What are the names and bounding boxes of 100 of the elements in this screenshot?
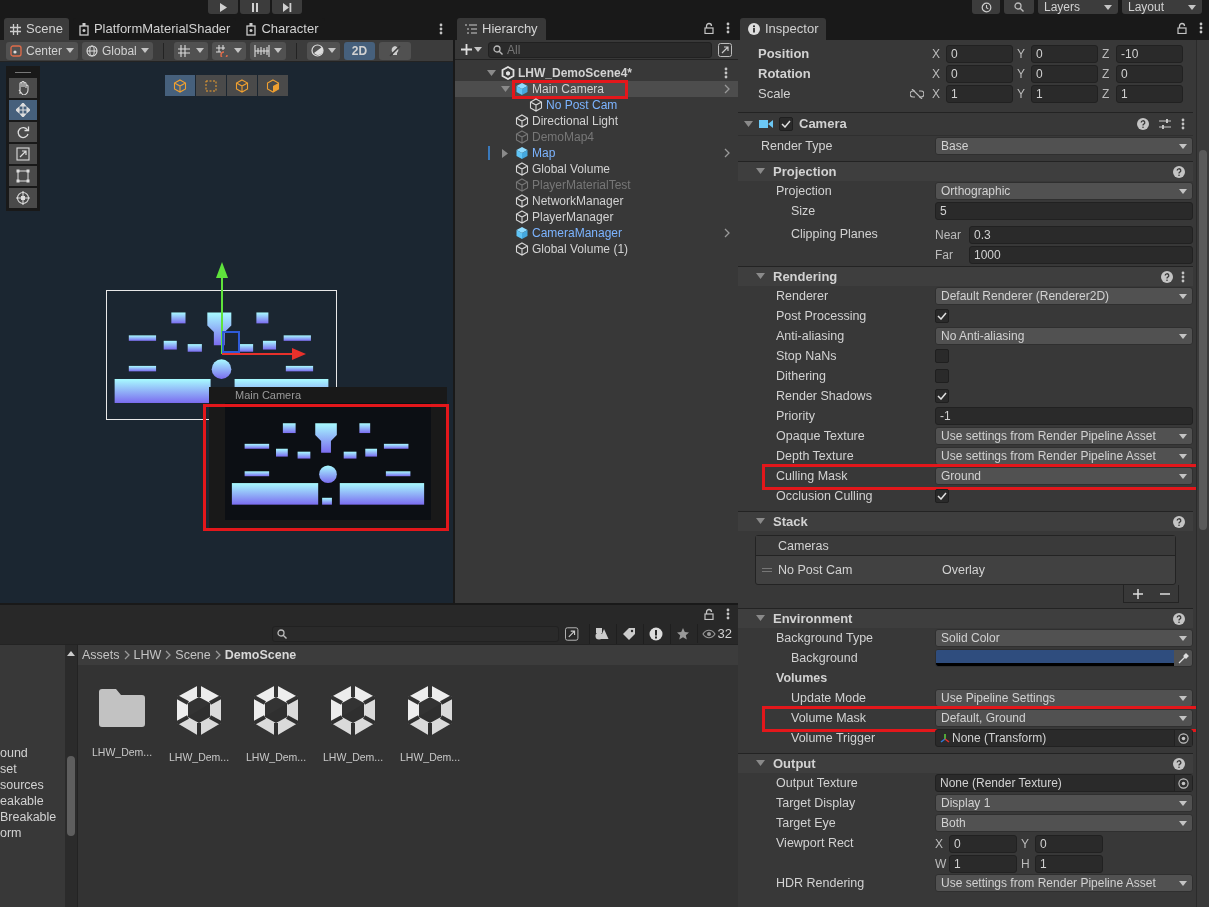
menu-icon[interactable] (726, 22, 730, 34)
number-field[interactable]: 0 (1031, 45, 1098, 63)
search-field[interactable]: All (488, 41, 712, 58)
checkbox[interactable] (935, 309, 949, 323)
breadcrumb-link[interactable]: Assets (82, 645, 120, 665)
number-field[interactable]: -1 (935, 407, 1193, 425)
object-field[interactable]: None (Render Texture) (935, 774, 1193, 792)
folder-tree-item[interactable]: orm (0, 825, 65, 841)
object-picker-icon[interactable] (1178, 732, 1189, 744)
checkbox[interactable] (935, 369, 949, 383)
hand-tool-button[interactable] (9, 78, 37, 98)
transform-tool-button[interactable] (9, 188, 37, 208)
dropdown[interactable]: Use Pipeline Settings (935, 689, 1193, 707)
play-button[interactable] (208, 0, 238, 14)
rotate-tool-button[interactable] (9, 122, 37, 142)
expanded-triangle-icon[interactable] (756, 272, 765, 281)
dropdown[interactable]: Display 1 (935, 794, 1193, 812)
section-header[interactable]: Environment (738, 608, 1193, 628)
dropdown[interactable]: Default Renderer (Renderer2D) (935, 287, 1193, 305)
menu-icon[interactable] (726, 608, 730, 620)
object-field[interactable]: None (Transform) (935, 729, 1193, 747)
number-field[interactable]: 1 (1031, 85, 1098, 103)
number-field[interactable]: 0 (1035, 835, 1103, 853)
menu-icon[interactable] (724, 67, 728, 79)
help-icon[interactable] (1173, 515, 1185, 528)
folder-tree-item[interactable]: ound (0, 745, 65, 761)
help-icon[interactable] (1173, 165, 1185, 178)
menu-icon[interactable] (1181, 270, 1185, 283)
broken-link-icon[interactable] (910, 89, 924, 99)
number-field[interactable]: -10 (1116, 45, 1183, 63)
layers-dropdown[interactable]: Layers (1038, 0, 1118, 14)
space-dropdown[interactable]: Global (82, 41, 153, 60)
checkbox[interactable] (935, 349, 949, 363)
number-field[interactable]: 0 (1031, 65, 1098, 83)
asset-label[interactable]: LHW_Dem... (168, 750, 230, 766)
expanded-triangle-icon[interactable] (756, 614, 765, 623)
menu-icon[interactable] (1199, 22, 1203, 34)
lock-icon[interactable] (704, 608, 714, 620)
number-field[interactable]: 0 (949, 835, 1017, 853)
2d-toggle[interactable]: 2D (343, 41, 376, 60)
checkbox[interactable] (935, 389, 949, 403)
chevron-right-icon[interactable] (724, 148, 730, 158)
panel-tab[interactable]: Hierarchy (457, 18, 546, 40)
hierarchy-item[interactable]: Global Volume (455, 161, 738, 177)
folder-tree-item[interactable]: eakable (0, 793, 65, 809)
lock-icon[interactable] (704, 22, 714, 34)
view-mode-button[interactable] (258, 75, 288, 96)
expanded-triangle-icon[interactable] (501, 84, 510, 94)
asset-label[interactable]: LHW_Dem... (322, 750, 384, 766)
breadcrumb-link[interactable]: LHW (133, 645, 162, 665)
dropdown[interactable]: Ground (935, 467, 1193, 485)
hierarchy-item[interactable]: NetworkManager (455, 193, 738, 209)
history-button[interactable] (972, 0, 1000, 14)
popout-icon[interactable] (565, 626, 579, 641)
view-mode-button[interactable] (165, 75, 195, 96)
enable-checkbox[interactable] (779, 117, 793, 131)
dropdown[interactable]: Solid Color (935, 629, 1193, 647)
dropdown[interactable]: No Anti-aliasing (935, 327, 1193, 345)
checkbox[interactable] (935, 489, 949, 503)
folder-tree-item[interactable]: sources (0, 777, 65, 793)
pause-button[interactable] (240, 0, 270, 14)
number-field[interactable]: 1000 (969, 246, 1193, 264)
section-header[interactable]: Rendering (738, 266, 1193, 286)
folder-icon[interactable] (97, 688, 147, 728)
scrollbar-thumb[interactable] (67, 756, 75, 836)
help-icon[interactable] (1161, 270, 1173, 283)
number-field[interactable]: 1 (1035, 855, 1103, 873)
hidden-count[interactable]: 32 (696, 623, 732, 644)
help-icon[interactable] (1137, 118, 1149, 130)
lighting-toggle[interactable] (379, 41, 412, 60)
color-swatch[interactable] (936, 650, 1174, 666)
number-field[interactable]: 1 (949, 855, 1017, 873)
section-header[interactable]: Projection (738, 161, 1193, 181)
scrollbar-thumb[interactable] (1199, 150, 1207, 530)
lock-icon[interactable] (1177, 22, 1187, 34)
move-tool-button[interactable] (9, 100, 37, 120)
search-button[interactable] (1004, 0, 1034, 14)
shading-dropdown[interactable] (306, 41, 340, 60)
object-picker-icon[interactable] (1178, 777, 1189, 789)
drag-handle-icon[interactable] (762, 568, 772, 572)
hierarchy-item[interactable]: CameraManager (455, 225, 738, 241)
hierarchy-item[interactable]: Global Volume (1) (455, 241, 738, 257)
section-header[interactable]: Output (738, 753, 1193, 773)
hierarchy-item[interactable]: PlayerManager (455, 209, 738, 225)
expanded-triangle-icon[interactable] (756, 759, 765, 768)
number-field[interactable]: 0 (1116, 65, 1183, 83)
number-field[interactable]: 0 (946, 45, 1013, 63)
panel-tab[interactable]: Scene (4, 18, 69, 40)
panel-tab[interactable]: Inspector (740, 18, 827, 40)
expanded-triangle-icon[interactable] (756, 167, 765, 176)
asset-label[interactable]: LHW_Dem... (245, 750, 307, 766)
hierarchy-item[interactable]: Directional Light (455, 113, 738, 129)
breadcrumb-link[interactable]: DemoScene (224, 645, 297, 665)
help-icon[interactable] (1173, 757, 1185, 770)
expanded-triangle-icon[interactable] (756, 517, 765, 526)
folder-tree-item[interactable]: Breakable (0, 809, 65, 825)
dropdown[interactable]: Both (935, 814, 1193, 832)
menu-icon[interactable] (1181, 118, 1185, 130)
number-field[interactable]: 1 (1116, 85, 1183, 103)
asset-label[interactable]: LHW_Dem... (91, 745, 153, 761)
